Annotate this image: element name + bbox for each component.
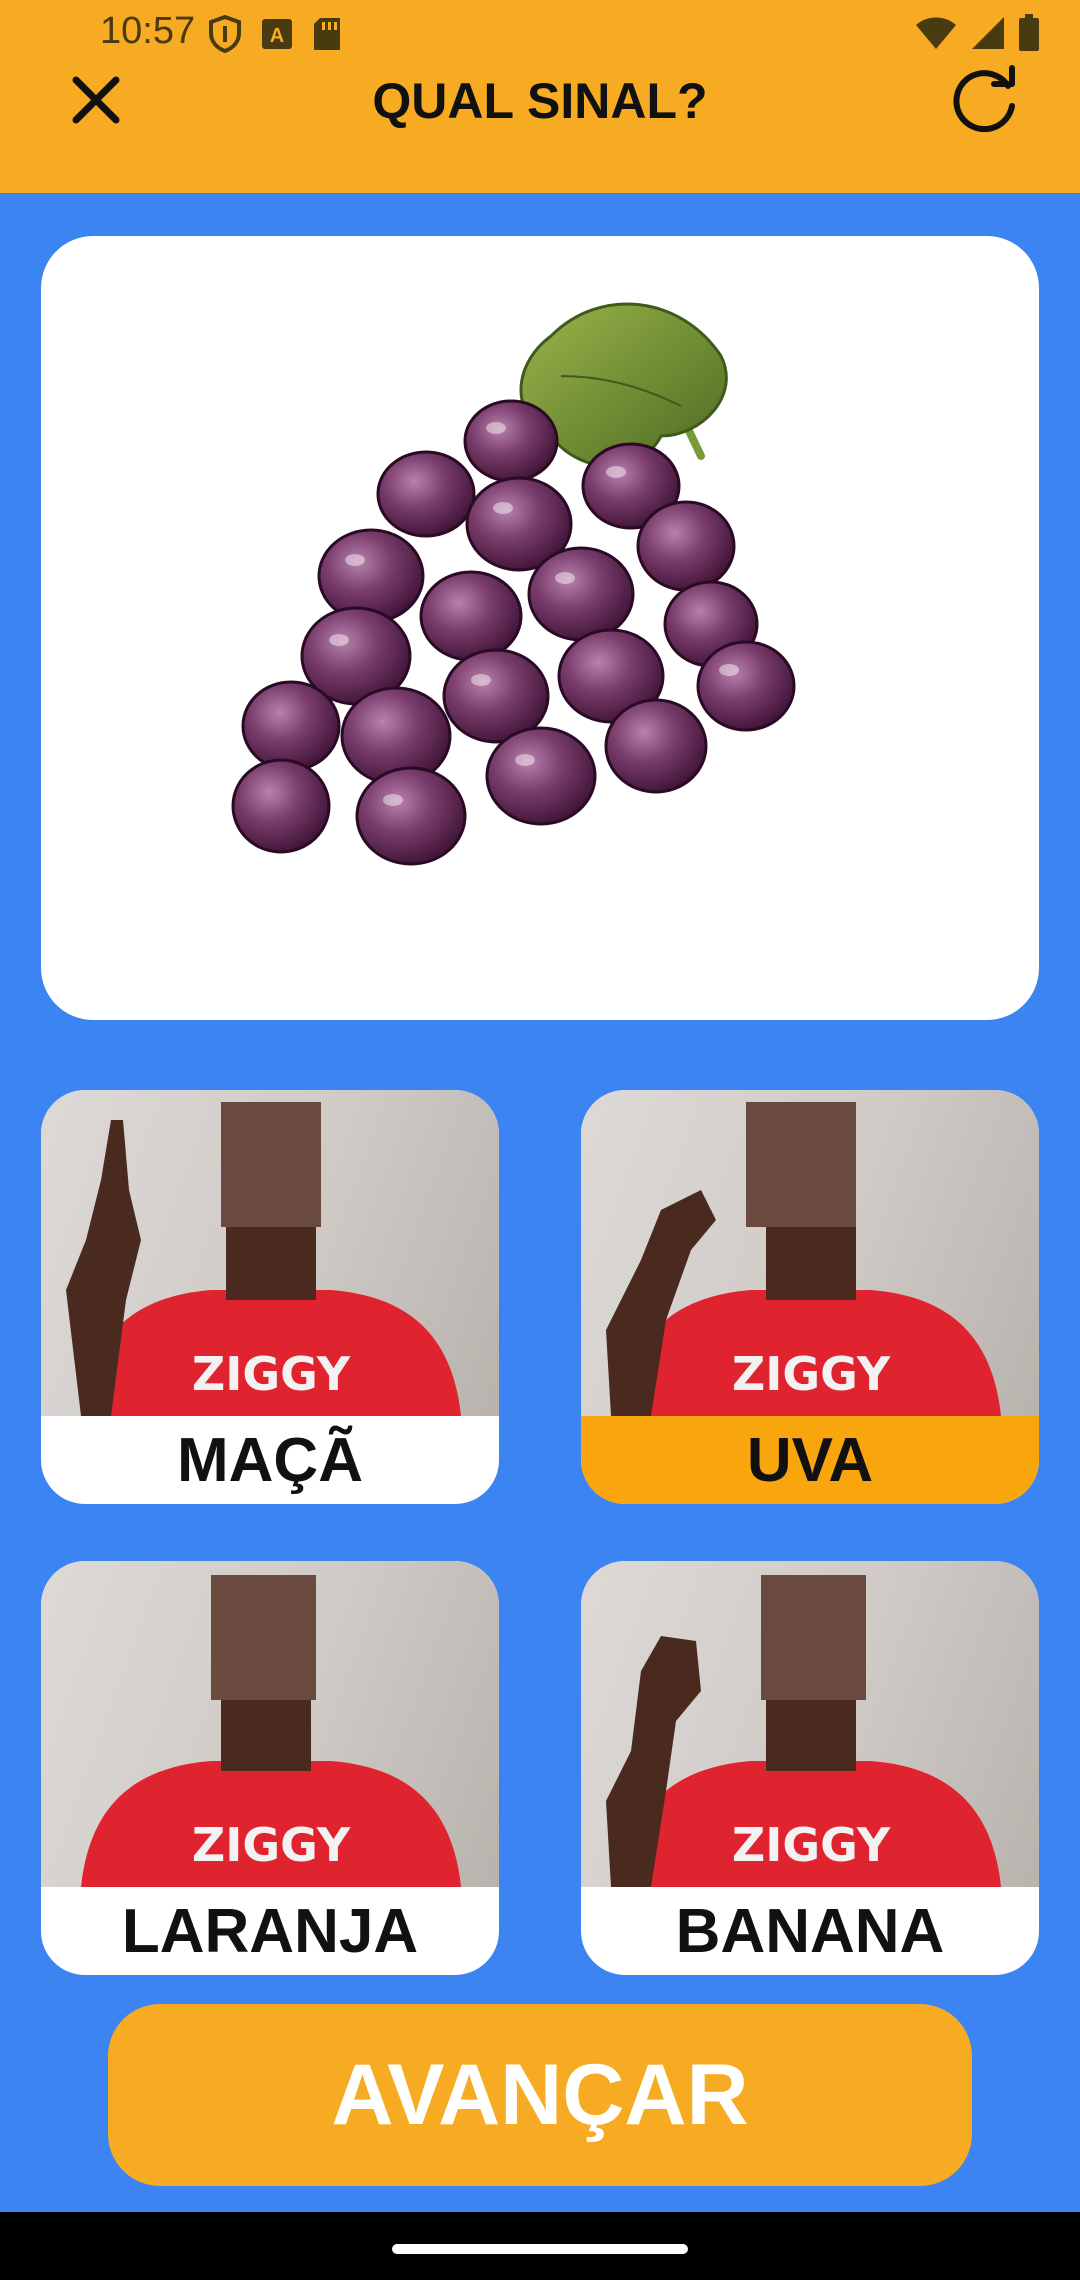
svg-text:A: A <box>270 25 284 47</box>
signer-figure: ZIGGY <box>606 1102 1001 1416</box>
option-label: MAÇÃ <box>177 1425 363 1495</box>
option-card-maca[interactable]: ZIGGY MAÇÃ <box>41 1090 499 1504</box>
wifi-icon <box>916 17 956 49</box>
shield-icon <box>209 14 241 54</box>
signer-figure: ZIGGY <box>81 1575 461 1887</box>
svg-text:ZIGGY: ZIGGY <box>732 1818 891 1872</box>
refresh-button[interactable] <box>948 64 1022 138</box>
header-bar: 10:57 A QUAL SINAL? <box>0 0 1080 193</box>
grapes-illustration <box>231 302 796 866</box>
status-icons-left: A <box>208 14 342 54</box>
option-label: BANANA <box>675 1896 945 1966</box>
option-label: LARANJA <box>121 1896 419 1966</box>
svg-text:ZIGGY: ZIGGY <box>732 1347 891 1401</box>
option-card-banana[interactable]: ZIGGY BANANA <box>581 1561 1039 1975</box>
option-card-uva[interactable]: ZIGGY UVA <box>581 1090 1039 1504</box>
svg-text:ZIGGY: ZIGGY <box>192 1818 351 1872</box>
sign-video-thumbnail: ZIGGY <box>581 1561 1039 1887</box>
font-download-icon: A <box>262 19 292 49</box>
status-icons-right <box>914 14 1040 52</box>
signal-icon <box>972 17 1004 49</box>
status-time: 10:57 <box>100 10 196 52</box>
sign-video-thumbnail: ZIGGY <box>41 1090 499 1416</box>
home-gesture-handle[interactable] <box>392 2244 688 2254</box>
svg-text:ZIGGY: ZIGGY <box>192 1347 351 1401</box>
option-label: UVA <box>581 1416 1039 1504</box>
sign-video-thumbnail: ZIGGY <box>581 1090 1039 1416</box>
sign-video-thumbnail: ZIGGY <box>41 1561 499 1887</box>
advance-button[interactable]: AVANÇAR <box>108 2004 972 2186</box>
battery-icon <box>1019 14 1039 51</box>
prompt-image-card <box>41 236 1039 1020</box>
signer-figure: ZIGGY <box>606 1575 1001 1887</box>
sd-card-icon <box>314 18 340 50</box>
refresh-icon <box>953 65 1015 133</box>
option-card-laranja[interactable]: ZIGGY LARANJA <box>41 1561 499 1975</box>
signer-figure: ZIGGY <box>66 1102 461 1416</box>
page-title: QUAL SINAL? <box>372 73 708 129</box>
